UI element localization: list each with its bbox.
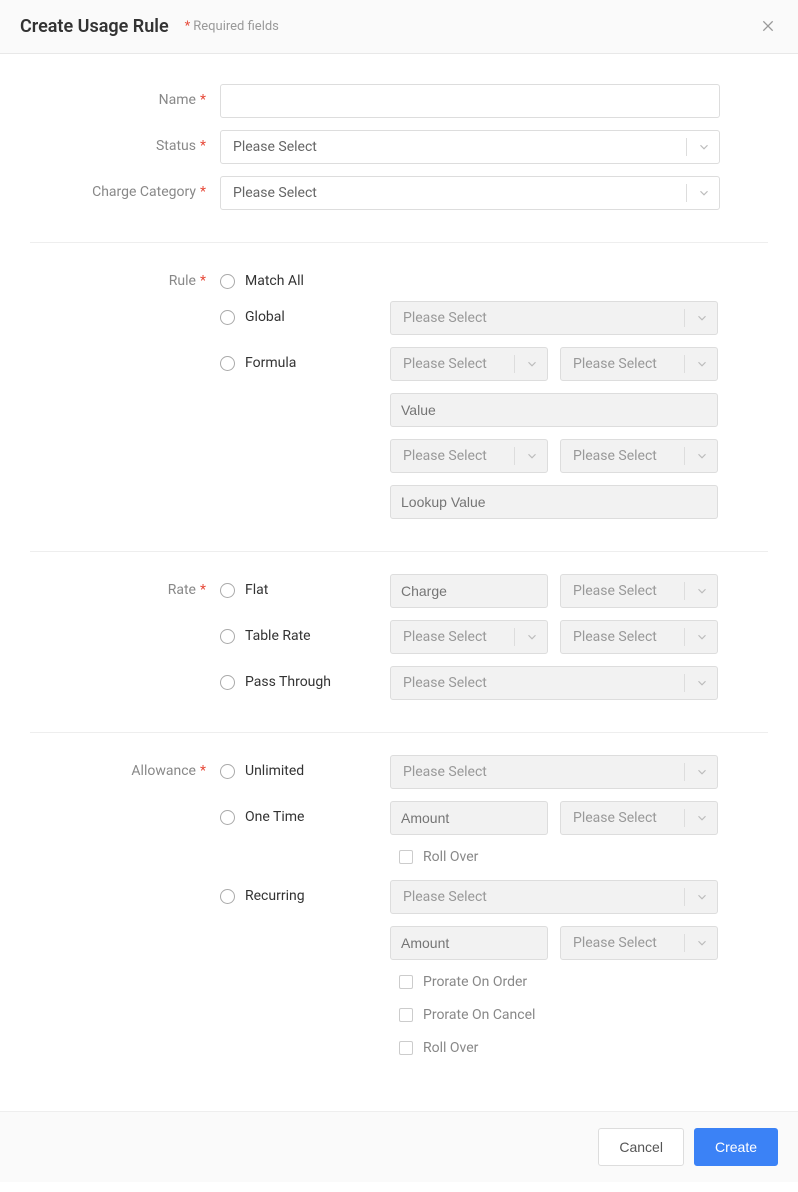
one-time-unit-select[interactable]: Please Select: [560, 801, 718, 835]
section-rate: Rate* Flat Please Select: [30, 574, 768, 733]
table-rate-select-1[interactable]: Please Select: [390, 620, 548, 654]
section-basic: Name* Status* Please Select Charge Categ…: [30, 84, 768, 243]
chevron-down-icon: [695, 449, 709, 463]
required-fields-note: *Required fields: [185, 19, 279, 34]
section-allowance: Allowance* Unlimited Please Select: [30, 755, 768, 1091]
checkbox-prorate-on-cancel[interactable]: Prorate On Cancel: [399, 1007, 535, 1023]
charge-input[interactable]: [390, 574, 548, 608]
close-button[interactable]: [758, 16, 778, 36]
checkbox-icon: [399, 1041, 413, 1055]
dialog-header: Create Usage Rule *Required fields: [0, 0, 798, 54]
chevron-down-icon: [525, 357, 539, 371]
recurring-amount-input[interactable]: [390, 926, 548, 960]
radio-icon: [220, 274, 235, 289]
chevron-down-icon: [695, 630, 709, 644]
chevron-down-icon: [695, 936, 709, 950]
create-button[interactable]: Create: [694, 1128, 778, 1166]
radio-icon: [220, 810, 235, 825]
lookup-value-input[interactable]: [390, 485, 718, 519]
pass-through-select[interactable]: Please Select: [390, 666, 718, 700]
radio-icon: [220, 310, 235, 325]
label-rule: Rule*: [30, 265, 220, 289]
recurring-select[interactable]: Please Select: [390, 880, 718, 914]
unlimited-select[interactable]: Please Select: [390, 755, 718, 789]
formula-select-3[interactable]: Please Select: [390, 439, 548, 473]
formula-select-1[interactable]: Please Select: [390, 347, 548, 381]
radio-one-time[interactable]: One Time: [220, 809, 304, 825]
chevron-down-icon: [695, 584, 709, 598]
radio-match-all[interactable]: Match All: [220, 273, 304, 289]
formula-select-4[interactable]: Please Select: [560, 439, 718, 473]
cancel-button[interactable]: Cancel: [598, 1128, 684, 1166]
one-time-amount-input[interactable]: [390, 801, 548, 835]
global-select[interactable]: Please Select: [390, 301, 718, 335]
label-name: Name*: [30, 84, 220, 108]
form-body: Name* Status* Please Select Charge Categ…: [0, 54, 798, 1111]
radio-flat[interactable]: Flat: [220, 582, 268, 598]
chevron-down-icon: [697, 140, 711, 154]
radio-icon: [220, 764, 235, 779]
chevron-down-icon: [695, 811, 709, 825]
radio-global[interactable]: Global: [220, 309, 285, 325]
label-charge-category: Charge Category*: [30, 176, 220, 200]
name-input[interactable]: [220, 84, 720, 118]
dialog-title: Create Usage Rule: [20, 16, 169, 37]
formula-select-2[interactable]: Please Select: [560, 347, 718, 381]
chevron-down-icon: [695, 676, 709, 690]
radio-unlimited[interactable]: Unlimited: [220, 763, 304, 779]
chevron-down-icon: [695, 311, 709, 325]
value-input[interactable]: [390, 393, 718, 427]
checkbox-prorate-on-order[interactable]: Prorate On Order: [399, 974, 527, 990]
chevron-down-icon: [695, 890, 709, 904]
asterisk-icon: *: [185, 19, 191, 34]
dialog-footer: Cancel Create: [0, 1111, 798, 1182]
chevron-down-icon: [525, 630, 539, 644]
checkbox-icon: [399, 975, 413, 989]
chevron-down-icon: [525, 449, 539, 463]
status-select[interactable]: Please Select: [220, 130, 720, 164]
chevron-down-icon: [697, 186, 711, 200]
radio-pass-through[interactable]: Pass Through: [220, 674, 331, 690]
radio-formula[interactable]: Formula: [220, 355, 296, 371]
radio-table-rate[interactable]: Table Rate: [220, 628, 311, 644]
checkbox-icon: [399, 1008, 413, 1022]
chevron-down-icon: [695, 765, 709, 779]
radio-recurring[interactable]: Recurring: [220, 888, 305, 904]
label-allowance: Allowance*: [30, 755, 220, 779]
recurring-unit-select[interactable]: Please Select: [560, 926, 718, 960]
radio-icon: [220, 629, 235, 644]
charge-category-select[interactable]: Please Select: [220, 176, 720, 210]
chevron-down-icon: [695, 357, 709, 371]
checkbox-icon: [399, 850, 413, 864]
radio-icon: [220, 583, 235, 598]
radio-icon: [220, 356, 235, 371]
label-status: Status*: [30, 130, 220, 154]
flat-unit-select[interactable]: Please Select: [560, 574, 718, 608]
label-rate: Rate*: [30, 574, 220, 598]
section-rule: Rule* Match All Global Please Select: [30, 265, 768, 552]
checkbox-roll-over-one-time[interactable]: Roll Over: [399, 849, 478, 865]
table-rate-select-2[interactable]: Please Select: [560, 620, 718, 654]
checkbox-roll-over-recurring[interactable]: Roll Over: [399, 1040, 478, 1056]
close-icon: [760, 18, 776, 34]
radio-icon: [220, 889, 235, 904]
radio-icon: [220, 675, 235, 690]
